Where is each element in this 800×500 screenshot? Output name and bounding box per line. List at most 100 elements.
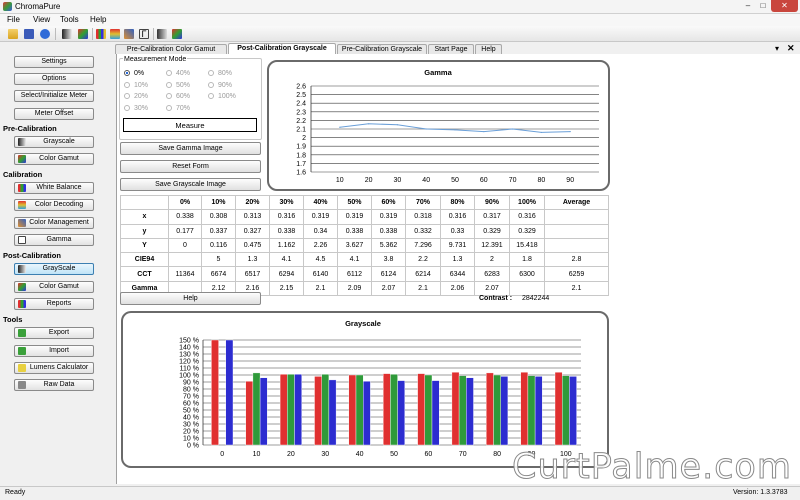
sidebar-item-calibration-white-balance[interactable]: White Balance (14, 182, 94, 194)
grayscale-icon-2[interactable] (157, 29, 167, 39)
radio-dot[interactable] (166, 93, 172, 99)
sidebar-item-pre-calibration-grayscale[interactable]: Grayscale (14, 136, 94, 148)
radio-30pct[interactable]: 30% (124, 105, 148, 112)
table-cell: 6112 (337, 266, 372, 282)
grayscale-y-tick: 0 % (187, 443, 199, 450)
table-cell: 2.2 (405, 252, 441, 268)
options-button[interactable]: Options (14, 73, 94, 85)
reset-form-button[interactable]: Reset Form (120, 160, 261, 173)
tab-help[interactable]: Help (475, 44, 502, 54)
sidebar-item-pre-calibration-color-gamut[interactable]: Color Gamut (14, 153, 94, 165)
grayscale-bar-10-s0 (245, 381, 254, 446)
contrast-value: 2842244 (522, 295, 550, 302)
sidebar-item-post-calibration-color-gamut[interactable]: Color Gamut (14, 281, 94, 293)
decoding-icon[interactable] (110, 29, 120, 39)
menu-file[interactable]: File (7, 15, 20, 24)
gamma-y-tick: 1.9 (296, 144, 306, 151)
sidebar-item-calibration-gamma[interactable]: Gamma (14, 234, 94, 246)
radio-40pct[interactable]: 40% (166, 70, 190, 77)
tab-start-page[interactable]: Start Page (428, 44, 474, 54)
radio-80pct[interactable]: 80% (208, 70, 232, 77)
gamma-point (425, 128, 427, 130)
minimize-button[interactable]: – (741, 0, 755, 12)
radio-0pct[interactable]: 0% (124, 70, 144, 77)
sidebar-item-calibration-color-management[interactable]: Color Management (14, 217, 94, 229)
radio-dot[interactable] (124, 93, 130, 99)
tab-pre-cal-gamut[interactable]: Pre-Calibration Color Gamut (115, 44, 227, 54)
table-row: x 0.338 0.308 0.313 0.316 0.319 0.319 0.319 0.31… (120, 209, 609, 225)
gamma-point (540, 131, 542, 134)
radio-70pct[interactable]: 70% (166, 105, 190, 112)
grayscale-y-tick: 90 % (183, 380, 199, 387)
grayscale-icon[interactable] (62, 29, 72, 39)
table-cell: 3.627 (337, 237, 372, 254)
tab-post-cal-grayscale[interactable]: Post-Calibration Grayscale (228, 43, 336, 54)
sidebar-item-tools-export[interactable]: Export (14, 327, 94, 339)
save-grayscale-image-button[interactable]: Save Grayscale Image (120, 178, 261, 191)
grayscale-y-tick: 60 % (183, 401, 199, 408)
gamut-icon-2[interactable] (172, 29, 182, 39)
radio-dot[interactable] (166, 105, 172, 111)
grayscale-y-tick: 120 % (179, 359, 199, 366)
column-header: 90% (474, 194, 510, 211)
select-initialize-meter-button[interactable]: Select/Initialize Meter (14, 90, 94, 102)
grayscale-bar-20-s1 (287, 374, 295, 446)
sidebar-item-calibration-color-decoding[interactable]: Color Decoding (14, 199, 94, 211)
maximize-button[interactable]: □ (756, 0, 770, 12)
measure-button[interactable]: Measure (123, 118, 257, 132)
sidebar-item-post-calibration-grayscale[interactable]: GrayScale (14, 263, 94, 275)
row-header: CCT (120, 266, 169, 282)
panel-close-icon[interactable]: ✕ (787, 43, 795, 54)
gamma-x-tick: 60 (480, 177, 488, 184)
radio-dot[interactable] (208, 93, 214, 99)
close-button[interactable]: ✕ (771, 0, 798, 12)
table-cell: 6300 (509, 266, 545, 282)
radio-20pct[interactable]: 20% (124, 93, 148, 100)
radio-dot[interactable] (208, 82, 214, 88)
menu-view[interactable]: View (33, 15, 50, 24)
radio-50pct[interactable]: 50% (166, 82, 190, 89)
sidebar-item-tools-raw-data[interactable]: Raw Data (14, 379, 94, 391)
section-pre-calibration: Pre-Calibration (3, 124, 57, 133)
radio-dot[interactable] (124, 82, 130, 88)
radio-dot[interactable] (124, 70, 130, 76)
grayscale-bar-90-s1 (527, 375, 536, 446)
table-cell: 2.06 (440, 280, 475, 297)
radio-dot[interactable] (124, 105, 130, 111)
menu-tools[interactable]: Tools (60, 15, 79, 24)
title-bar: ChromaPure – □ ✕ (0, 0, 800, 14)
column-header: 80% (440, 194, 475, 211)
table-cell: 6344 (440, 266, 475, 282)
save-gamma-image-button[interactable]: Save Gamma Image (120, 142, 261, 155)
radio-dot[interactable] (166, 82, 172, 88)
save-icon[interactable] (24, 29, 34, 39)
table-cell: 4.5 (303, 252, 338, 268)
colorbars-icon[interactable] (96, 29, 106, 39)
gamma-icon[interactable]: Γ (139, 29, 149, 39)
help-icon[interactable] (40, 29, 50, 39)
radio-10pct[interactable]: 10% (124, 82, 148, 89)
panel-menu-icon[interactable]: ▾ (775, 44, 779, 53)
grayscale-x-tick: 70 (459, 451, 467, 458)
gamut-icon[interactable] (78, 29, 88, 39)
sidebar-item-post-calibration-reports[interactable]: Reports (14, 298, 94, 310)
radio-60pct[interactable]: 60% (166, 93, 190, 100)
settings-button[interactable]: Settings (14, 56, 94, 68)
help-button[interactable]: Help (120, 292, 261, 305)
open-icon[interactable] (8, 29, 18, 39)
column-header: 0% (168, 194, 202, 211)
grayscale-x-tick: 20 (287, 451, 295, 458)
gamma-chart: Gamma 2.62.5 2.42.3 2.2 2.12 1.91.8 1.7 1.6 10 20… (296, 68, 599, 184)
grayscale-bar-60-s1 (424, 374, 433, 446)
radio-dot[interactable] (208, 70, 214, 76)
menu-help[interactable]: Help (90, 15, 106, 24)
color-management-icon[interactable] (124, 29, 134, 39)
meter-offset-button[interactable]: Meter Offset (14, 108, 94, 120)
radio-100pct[interactable]: 100% (208, 93, 236, 100)
sidebar-item-tools-lumens-calculator[interactable]: Lumens Calculator (14, 362, 94, 374)
sidebar-item-tools-import[interactable]: Import (14, 345, 94, 357)
radio-dot[interactable] (166, 70, 172, 76)
sidebar-item-label: Gamma (46, 236, 72, 243)
radio-90pct[interactable]: 90% (208, 82, 232, 89)
tab-pre-cal-grayscale[interactable]: Pre-Calibration Grayscale (337, 44, 427, 54)
